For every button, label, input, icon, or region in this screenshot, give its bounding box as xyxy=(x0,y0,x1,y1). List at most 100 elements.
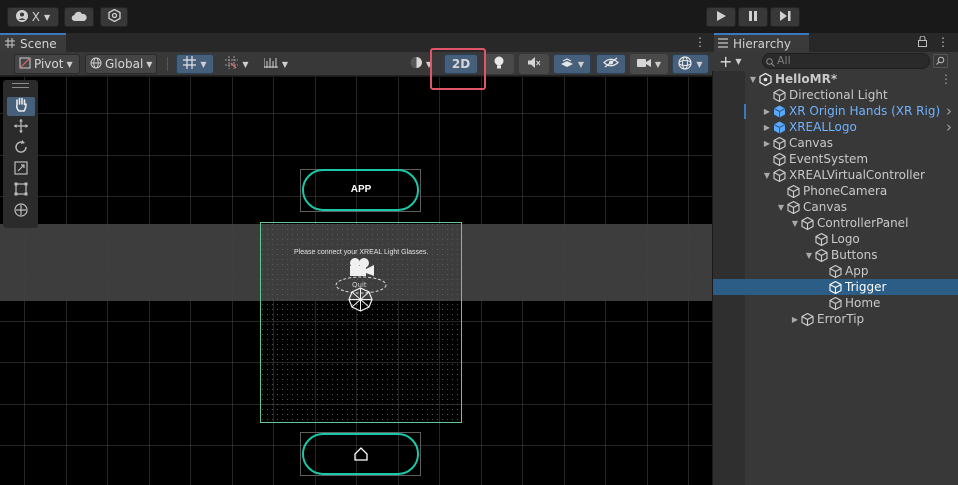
global-dropdown[interactable]: Global ▼ xyxy=(85,54,157,74)
hierarchy-tab-label: Hierarchy xyxy=(733,36,792,51)
prefab-open-arrow-icon[interactable]: › xyxy=(946,118,952,136)
lightbulb-icon xyxy=(494,56,504,72)
create-dropdown[interactable]: + ▼ xyxy=(719,53,749,70)
move-tool[interactable] xyxy=(7,118,35,137)
transform-tool-icon xyxy=(14,202,28,221)
home-icon xyxy=(354,447,368,464)
hierarchy-row[interactable]: ▼ Buttons xyxy=(713,247,958,263)
hierarchy-row[interactable]: ▶ XR Origin Hands (XR Rig) › xyxy=(713,102,958,120)
collapse-arrow-icon[interactable]: ▶ xyxy=(762,123,772,132)
scene-viewport[interactable]: APP Please connect your XREAL Light Glas… xyxy=(0,77,712,485)
account-dropdown[interactable]: X ▼ xyxy=(7,7,59,27)
step-button[interactable] xyxy=(770,7,800,27)
collapse-arrow-icon[interactable]: ▶ xyxy=(790,315,800,324)
chevron-down-icon: ▼ xyxy=(281,59,289,69)
expand-arrow-icon[interactable]: ▼ xyxy=(762,171,772,180)
tab-scene[interactable]: Scene xyxy=(0,33,66,52)
shading-sphere-icon xyxy=(410,56,423,72)
collapse-arrow-icon[interactable]: ▶ xyxy=(762,107,772,116)
gameobject-icon xyxy=(828,280,842,294)
app-button-label: APP xyxy=(350,184,372,195)
grid-snap-toggle[interactable]: ▼ xyxy=(176,54,214,74)
transform-tool[interactable] xyxy=(7,202,35,221)
chevron-down-icon: ▼ xyxy=(735,57,742,66)
palette-drag-handle[interactable] xyxy=(12,83,29,88)
search-filter-button[interactable] xyxy=(933,54,948,68)
scale-tool[interactable] xyxy=(7,160,35,179)
hierarchy-row[interactable]: ▶ XREALLogo › xyxy=(713,118,958,136)
chevron-down-icon: ▼ xyxy=(200,59,207,69)
scene-more-icon[interactable]: ⋮ xyxy=(694,35,706,49)
expand-arrow-icon[interactable]: ▼ xyxy=(776,203,786,212)
hierarchy-row-label: PhoneCamera xyxy=(803,184,888,198)
settings-button[interactable] xyxy=(100,7,128,27)
hierarchy-row[interactable]: App xyxy=(713,263,958,279)
step-icon xyxy=(779,10,791,24)
hierarchy-row[interactable]: ▼ XREALVirtualController xyxy=(713,167,958,183)
ruler-toggle[interactable]: ▼ xyxy=(258,54,294,74)
gizmos-dropdown[interactable]: ▼ xyxy=(672,54,709,74)
rotate-tool[interactable] xyxy=(7,139,35,158)
rect-tool-icon xyxy=(14,182,28,200)
gameobject-icon xyxy=(772,136,786,150)
grid-snap-icon xyxy=(183,56,197,72)
expand-arrow-icon[interactable]: ▼ xyxy=(804,251,814,260)
play-button[interactable] xyxy=(706,7,736,27)
gameobject-icon xyxy=(772,88,786,102)
expand-arrow-icon[interactable]: ▼ xyxy=(790,219,800,228)
hierarchy-row[interactable]: ▶ ErrorTip xyxy=(713,311,958,327)
hierarchy-row[interactable]: Directional Light xyxy=(713,87,958,103)
hierarchy-row[interactable]: ▼ ControllerPanel xyxy=(713,215,958,231)
hierarchy-row-label: XREALLogo xyxy=(789,120,857,134)
chevron-down-icon: ▼ xyxy=(696,59,703,69)
hand-tool[interactable] xyxy=(7,97,35,116)
gameobject-icon xyxy=(800,312,814,326)
scene-tab-bar xyxy=(0,33,712,52)
grid-icon xyxy=(5,37,15,51)
prefab-icon xyxy=(772,104,786,118)
ruler-icon xyxy=(263,57,278,71)
cloud-button[interactable] xyxy=(64,7,94,27)
camera-dropdown[interactable]: ▼ xyxy=(630,54,668,74)
mode-2d-highlight-box xyxy=(430,48,486,90)
hierarchy-row[interactable]: PhoneCamera xyxy=(713,183,958,199)
expand-arrow-icon[interactable]: ▼ xyxy=(748,75,758,84)
visibility-toggle[interactable] xyxy=(596,54,626,74)
hierarchy-row-label: EventSystem xyxy=(789,152,869,166)
tab-hierarchy[interactable]: Hierarchy xyxy=(714,33,809,52)
prefab-icon xyxy=(772,120,786,134)
hierarchy-search-input[interactable]: All xyxy=(762,53,930,69)
pause-button[interactable] xyxy=(738,7,768,27)
hierarchy-row[interactable]: ▼ HelloMR* ⋮ xyxy=(713,71,958,87)
hierarchy-row[interactable]: Logo xyxy=(713,231,958,247)
global-label: Global xyxy=(105,57,144,71)
pivot-dropdown[interactable]: Pivot ▼ xyxy=(14,54,80,74)
collapse-arrow-icon[interactable]: ▶ xyxy=(762,139,772,148)
hierarchy-row-label: XR Origin Hands (XR Rig) xyxy=(789,104,941,118)
gameobject-icon xyxy=(814,248,828,262)
plus-icon: + xyxy=(719,51,733,71)
hierarchy-more-icon[interactable]: ⋮ xyxy=(937,35,949,49)
hierarchy-row-label: XREALVirtualController xyxy=(789,168,925,182)
hierarchy-row[interactable]: EventSystem xyxy=(713,151,958,167)
gameobject-icon xyxy=(786,200,800,214)
hierarchy-row-label: App xyxy=(845,264,869,278)
lock-icon[interactable] xyxy=(918,35,927,50)
pivot-label: Pivot xyxy=(34,57,64,71)
hierarchy-row[interactable]: Trigger xyxy=(713,279,958,295)
effects-dropdown[interactable]: ▼ xyxy=(553,54,591,74)
increment-snap-toggle[interactable]: ▼ xyxy=(219,54,255,74)
hierarchy-row[interactable]: ▶ Canvas xyxy=(713,135,958,151)
rect-tool[interactable] xyxy=(7,181,35,200)
hierarchy-row[interactable]: Home xyxy=(713,295,958,311)
light-gizmo-icon[interactable] xyxy=(348,287,373,312)
pivot-icon xyxy=(19,57,31,72)
gameobject-icon xyxy=(772,152,786,166)
audio-toggle[interactable] xyxy=(519,54,549,74)
scene-menu-icon[interactable]: ⋮ xyxy=(940,72,952,86)
lighting-toggle[interactable] xyxy=(484,54,514,74)
hierarchy-row[interactable]: ▼ Canvas xyxy=(713,199,958,215)
account-icon xyxy=(15,9,28,25)
gameobject-icon xyxy=(786,184,800,198)
chevron-down-icon: ▼ xyxy=(44,12,51,22)
